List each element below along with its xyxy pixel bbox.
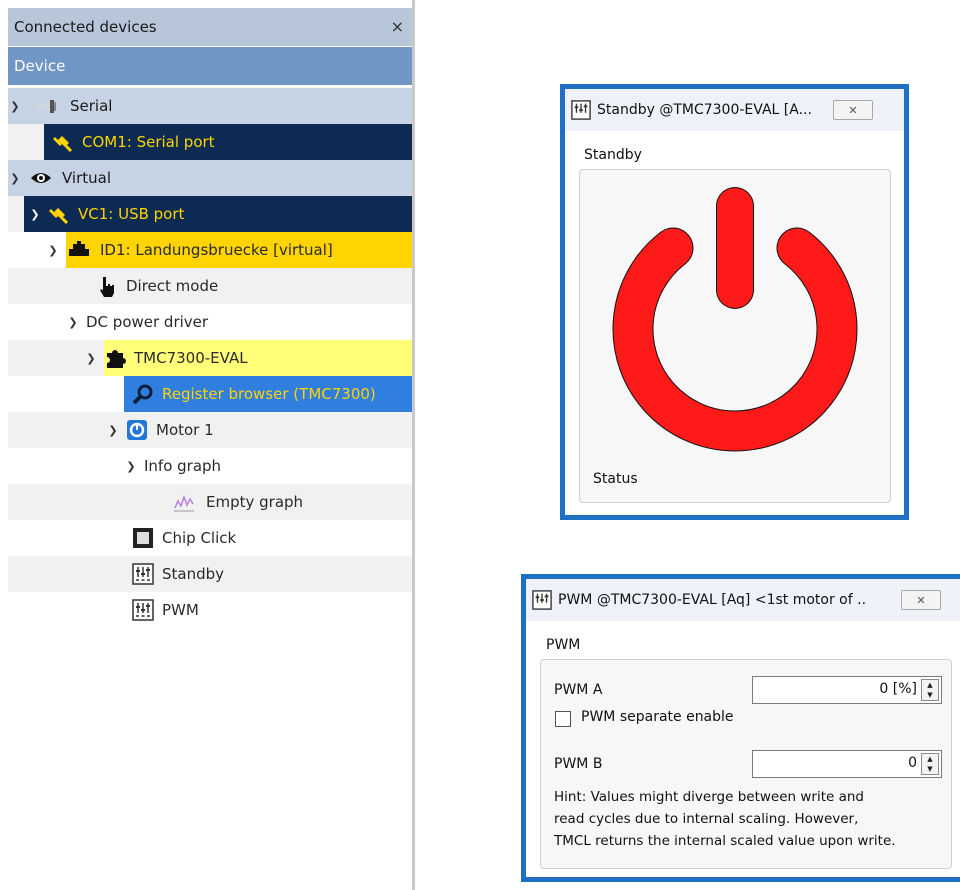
chevron-down-icon[interactable]: ❯ — [106, 424, 120, 437]
chevron-down-icon[interactable]: ❯ — [84, 352, 98, 365]
panel-title: Connected devices — [14, 18, 157, 36]
tree-item-label: VC1: USB port — [78, 205, 185, 223]
standby-window-title: Standby @TMC7300-EVAL [A... — [597, 102, 812, 118]
yellow-plug-icon — [49, 208, 69, 225]
sliders-icon — [571, 100, 591, 120]
tree-item-dc-power-driver[interactable]: ❯ DC power driver — [8, 304, 412, 340]
spin-arrows[interactable]: ▲ ▼ — [921, 753, 939, 775]
power-icon[interactable] — [604, 178, 866, 470]
tree-item-label: COM1: Serial port — [82, 133, 215, 151]
pwm-separate-enable-checkbox[interactable] — [555, 711, 571, 727]
pwm-separate-enable-label[interactable]: PWM separate enable — [581, 709, 734, 725]
chevron-down-icon[interactable]: ▼ — [922, 764, 938, 774]
pwm-a-label: PWM A — [554, 682, 603, 698]
chevron-down-icon[interactable]: ▼ — [922, 690, 938, 700]
tree-item-standby[interactable]: Standby — [8, 556, 412, 592]
device-column-label: Device — [14, 57, 66, 75]
chevron-down-icon[interactable]: ❯ — [46, 244, 60, 257]
tree-item-label: TMC7300-EVAL — [134, 349, 248, 367]
tree-item-register-browser[interactable]: Register browser (TMC7300) — [8, 376, 412, 412]
standby-window: Standby @TMC7300-EVAL [A... ✕ Standby St… — [560, 84, 909, 520]
hint-text: Hint: Values might diverge between write… — [554, 786, 896, 852]
tree-item-label: Serial — [70, 97, 113, 115]
tree-item-vc1[interactable]: ❯ VC1: USB port — [8, 196, 412, 232]
tree-item-label: Direct mode — [126, 277, 219, 295]
device-column-header[interactable]: Device — [8, 47, 412, 85]
panel-header: Connected devices × — [8, 8, 412, 46]
tree-item-label: ID1: Landungsbruecke [virtual] — [100, 241, 333, 259]
standby-window-titlebar[interactable]: Standby @TMC7300-EVAL [A... ✕ — [565, 89, 904, 131]
chip-icon — [133, 528, 153, 548]
pwm-window-title: PWM @TMC7300-EVAL [Aq] <1st motor of .. — [558, 592, 867, 608]
tree-item-label: Virtual — [62, 169, 112, 187]
tree-item-label: Chip Click — [162, 529, 237, 547]
tree-item-empty-graph[interactable]: Empty graph — [8, 484, 412, 520]
standby-group-box: Status — [579, 169, 891, 503]
board-icon — [69, 241, 89, 256]
motor-icon — [127, 420, 147, 440]
tree-item-com1[interactable]: COM1: Serial port — [8, 124, 412, 160]
tree-item-label: PWM — [162, 601, 199, 619]
chevron-up-icon[interactable]: ▲ — [922, 680, 938, 690]
tree-item-label: Info graph — [144, 457, 222, 475]
tree-item-info-graph[interactable]: ❯ Info graph — [8, 448, 412, 484]
tree-item-id1[interactable]: ❯ ID1: Landungsbruecke [virtual] — [8, 232, 412, 268]
sliders-icon — [132, 563, 154, 585]
pwm-b-spinbox[interactable]: 0 ▲ ▼ — [752, 750, 942, 778]
magnifier-icon — [132, 384, 153, 405]
pwm-window-titlebar[interactable]: PWM @TMC7300-EVAL [Aq] <1st motor of .. … — [526, 579, 960, 621]
serial-connector-icon — [36, 100, 56, 113]
status-label: Status — [593, 471, 638, 487]
connected-devices-panel: Connected devices × Device ❯ Serial COM1… — [0, 0, 412, 890]
tree-item-label: DC power driver — [86, 313, 209, 331]
sliders-icon — [532, 590, 552, 610]
tree-item-label: Motor 1 — [156, 421, 214, 439]
chevron-down-icon[interactable]: ❯ — [8, 100, 22, 113]
tree-item-tmc7300-eval[interactable]: ❯ TMC7300-EVAL — [8, 340, 412, 376]
pwm-b-value[interactable]: 0 — [908, 755, 917, 771]
chevron-down-icon[interactable]: ❯ — [124, 460, 138, 473]
yellow-plug-icon — [53, 136, 73, 153]
hint-line: Hint: Values might diverge between write… — [554, 789, 864, 805]
tree-item-direct-mode[interactable]: Direct mode — [8, 268, 412, 304]
chevron-down-icon[interactable]: ❯ — [66, 316, 80, 329]
close-icon[interactable]: ✕ — [901, 590, 941, 610]
hint-line: read cycles due to internal scaling. How… — [554, 811, 859, 827]
graph-icon — [174, 494, 194, 512]
hand-pointer-icon — [100, 277, 114, 297]
spin-arrows[interactable]: ▲ ▼ — [921, 679, 939, 701]
standby-section-label: Standby — [584, 147, 642, 163]
chevron-down-icon[interactable]: ❯ — [8, 172, 22, 185]
tree-item-chip-click[interactable]: Chip Click — [8, 520, 412, 556]
pwm-group-label: PWM — [546, 637, 581, 653]
puzzle-piece-icon — [107, 350, 126, 368]
chevron-up-icon[interactable]: ▲ — [922, 754, 938, 764]
tree-item-pwm[interactable]: PWM — [8, 592, 412, 628]
pwm-window: PWM @TMC7300-EVAL [Aq] <1st motor of .. … — [521, 574, 960, 882]
hint-line: TMCL returns the internal scaled value u… — [554, 833, 896, 849]
sliders-icon — [132, 599, 154, 621]
pwm-a-spinbox[interactable]: 0 [%] ▲ ▼ — [752, 676, 942, 704]
eye-icon — [31, 173, 51, 183]
chevron-down-icon[interactable]: ❯ — [28, 208, 42, 221]
close-icon[interactable]: ✕ — [833, 100, 873, 120]
tree-item-label: Register browser (TMC7300) — [162, 385, 376, 403]
tree-item-motor1[interactable]: ❯ Motor 1 — [8, 412, 412, 448]
pwm-a-value[interactable]: 0 [%] — [879, 681, 917, 697]
tree-item-serial[interactable]: ❯ Serial — [8, 88, 412, 124]
tree-item-label: Empty graph — [206, 493, 304, 511]
tree-item-virtual[interactable]: ❯ Virtual — [8, 160, 412, 196]
pwm-group-box: PWM A 0 [%] ▲ ▼ PWM separate enable PWM … — [540, 659, 952, 869]
panel-close-button[interactable]: × — [391, 17, 404, 36]
tree-item-label: Standby — [162, 565, 225, 583]
panel-divider[interactable] — [412, 0, 415, 890]
pwm-b-label: PWM B — [554, 756, 603, 772]
